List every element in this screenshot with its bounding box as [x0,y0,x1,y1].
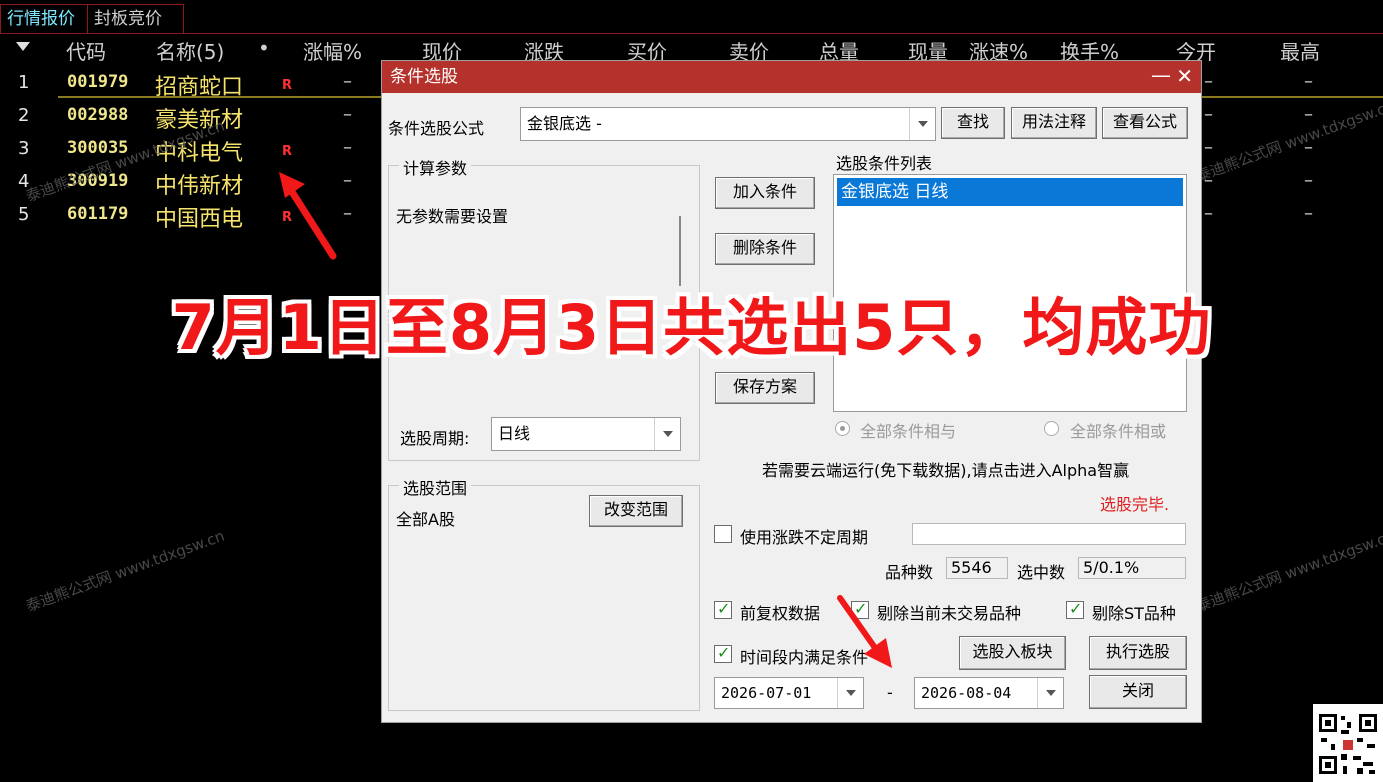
view-formula-button[interactable]: 查看公式 [1102,107,1188,139]
tab-quotes[interactable]: 行情报价 [0,4,88,34]
col-change-pct[interactable]: 涨幅% [303,36,362,66]
col-high[interactable]: 最高 [1280,36,1320,66]
formula-label: 条件选股公式 [388,119,485,138]
stock-screener-dialog: 条件选股 — ✕ 条件选股公式 金银底选 - 查找 用法注释 查看公式 计算参数… [381,60,1202,723]
row-index: 5 [18,204,30,225]
watermark: 泰迪熊公式网 www.tdxgsw.cn [23,526,227,616]
financing-flag: R [282,78,293,93]
date-from-picker[interactable]: 2026-07-01 [714,677,864,709]
minimize-icon[interactable]: — [1151,61,1171,89]
change-pct-value: – [343,104,352,125]
col-code[interactable]: 代码 [66,36,106,66]
find-button[interactable]: 查找 [941,107,1005,139]
radio-or[interactable] [1044,421,1059,436]
high-value: – [1304,71,1313,92]
period-label: 选股周期: [400,429,470,448]
variable-period-label: 使用涨跌不定周期 [740,528,869,547]
open-value: – [1204,203,1213,224]
open-value: – [1204,71,1213,92]
condition-list-label: 选股条件列表 [836,154,933,173]
radio-and[interactable] [835,421,850,436]
red-arrow-icon [837,595,892,668]
row-index: 3 [18,138,30,159]
run-screen-button[interactable]: 执行选股 [1089,636,1187,670]
change-pct-value: – [343,137,352,158]
high-value: – [1304,203,1313,224]
date-separator: - [887,683,893,702]
radio-or-label: 全部条件相或 [1070,422,1167,441]
prefq-checkbox[interactable] [714,599,732,619]
formula-combo[interactable]: 金银底选 - [520,107,936,141]
stock-code: 001979 [67,72,129,92]
col-dot: • [258,36,270,60]
qr-code [1313,704,1383,782]
red-arrow-icon [279,172,337,260]
delete-condition-button[interactable]: 删除条件 [715,233,815,265]
variable-period-checkbox[interactable] [714,525,732,543]
stock-code: 601179 [67,204,129,224]
sort-arrow-icon[interactable] [16,42,30,51]
prefq-label: 前复权数据 [740,604,821,623]
date-to-value: 2026-08-04 [921,684,1012,702]
chevron-down-icon[interactable] [909,108,935,140]
exclude-st-label: 剔除ST品种 [1092,604,1176,623]
dialog-title: 条件选股 [382,61,1201,93]
date-to-picker[interactable]: 2026-08-04 [914,677,1064,709]
stock-name: 中国西电 [155,207,244,232]
row-index: 2 [18,105,30,126]
add-to-block-button[interactable]: 选股入板块 [959,636,1066,670]
add-condition-button[interactable]: 加入条件 [715,177,815,209]
change-pct-value: – [343,71,352,92]
usage-notes-button[interactable]: 用法注释 [1011,107,1097,139]
count-label: 品种数 [885,563,934,582]
condition-item[interactable]: 金银底选 日线 [837,178,1183,206]
chevron-down-icon[interactable] [654,418,680,450]
variable-period-input[interactable] [912,523,1186,545]
time-range-checkbox[interactable] [714,643,732,663]
params-text: 无参数需要设置 [396,207,509,226]
open-value: – [1204,137,1213,158]
stock-name: 中伟新材 [155,174,244,199]
close-button[interactable]: 关闭 [1089,675,1187,709]
change-range-button[interactable]: 改变范围 [589,495,683,527]
financing-flag: R [282,144,293,159]
range-group-title: 选股范围 [399,475,472,499]
top-tab-bar: 行情报价 封板竞价 [0,0,1383,34]
open-value: – [1204,104,1213,125]
formula-value: 金银底选 - [527,114,602,133]
tab-limit-auction[interactable]: 封板竞价 [88,4,184,34]
radio-and-label: 全部条件相与 [860,422,957,441]
count-value: 5546 [946,557,1008,579]
params-group-title: 计算参数 [399,155,472,179]
stock-code: 002988 [67,105,129,125]
stock-name: 招商蛇口 [155,75,244,100]
params-scrollbar[interactable] [679,216,681,286]
row-index: 1 [18,72,30,93]
selected-value: 5/0.1% [1078,557,1186,579]
selected-label: 选中数 [1017,563,1066,582]
range-value: 全部A股 [396,510,455,529]
period-value: 日线 [498,424,531,443]
high-value: – [1304,170,1313,191]
chevron-down-icon[interactable] [837,678,863,708]
period-select[interactable]: 日线 [491,417,681,451]
exclude-st-checkbox[interactable] [1066,599,1084,619]
date-from-value: 2026-07-01 [721,684,812,702]
watermark: 泰迪熊公式网 www.tdxgsw.cn [1193,526,1383,616]
chevron-down-icon[interactable] [1037,678,1063,708]
col-name[interactable]: 名称(5) [156,36,224,66]
status-text: 选股完毕. [1100,495,1170,514]
cloud-run-link[interactable]: 若需要云端运行(免下载数据),请点击进入Alpha智赢 [762,457,1129,481]
close-icon[interactable]: ✕ [1176,61,1193,91]
overlay-caption: 7月1日至8月3日共选出5只，均成功 [171,291,1212,364]
high-value: – [1304,104,1313,125]
